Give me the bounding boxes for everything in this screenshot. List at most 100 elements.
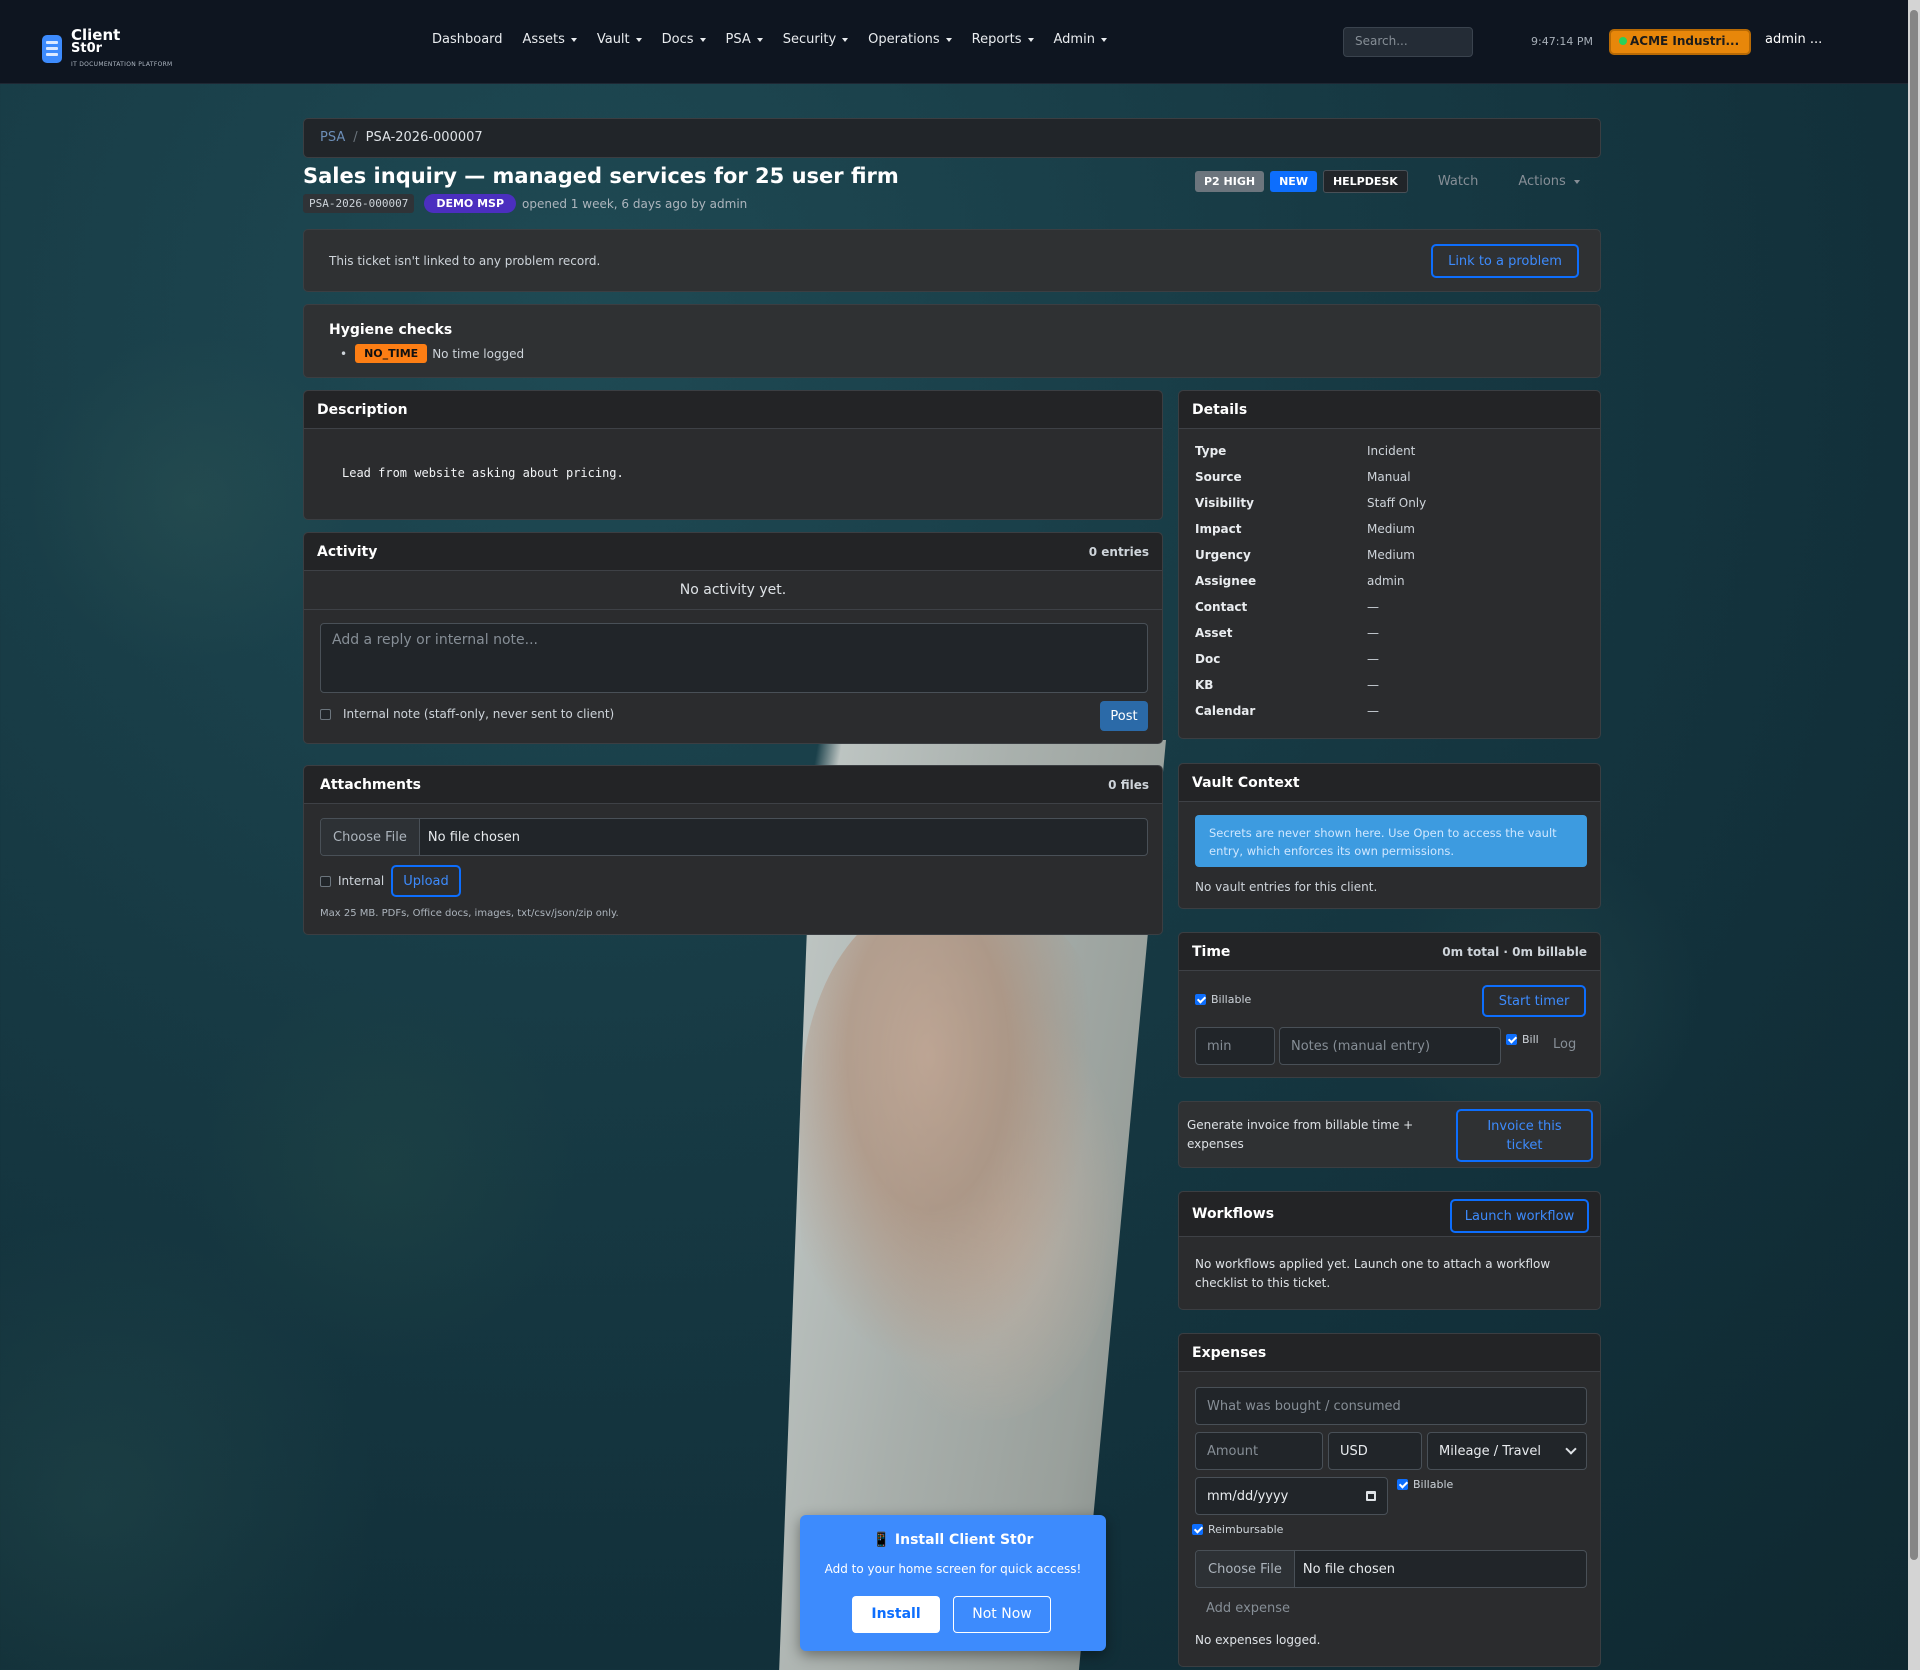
internal-note-label: Internal note (staff-only, never sent to… [343, 707, 615, 721]
expense-receipt-file-input[interactable]: Choose File No file chosen [1195, 1550, 1587, 1588]
hygiene-text: No time logged [432, 346, 525, 361]
nav-item-dashboard[interactable]: Dashboard [432, 32, 503, 47]
install-app-popup: 📱 Install Client St0r Add to your home s… [800, 1515, 1106, 1651]
page-scrollbar[interactable] [1908, 0, 1920, 1670]
client-selector[interactable]: ACME Industri... [1609, 29, 1751, 55]
nav-item-operations[interactable]: Operations [868, 32, 951, 47]
priority-badge: P2 HIGH [1195, 171, 1265, 192]
breadcrumb-current: PSA-2026-000007 [365, 130, 483, 145]
nav-item-psa[interactable]: PSA [726, 32, 763, 47]
choose-file-button[interactable]: Choose File [321, 819, 420, 855]
expense-category-value: Mileage / Travel [1439, 1443, 1541, 1459]
invoice-ticket-button[interactable]: Invoice this ticket [1456, 1109, 1593, 1162]
activity-empty: No activity yet. [304, 571, 1162, 610]
app-logo[interactable]: Client St0r IT DOCUMENTATION PLATFORM [42, 28, 173, 69]
expense-amount-input[interactable]: Amount [1195, 1432, 1323, 1470]
add-expense-button[interactable]: Add expense [1206, 1601, 1290, 1616]
expense-choose-file-button[interactable]: Choose File [1196, 1551, 1295, 1587]
expense-billable-toggle[interactable]: Billable [1397, 1478, 1453, 1491]
details-card: Details Type Incident Source Manual Visibi… [1178, 390, 1601, 739]
reply-textarea[interactable]: Add a reply or internal note... [320, 623, 1148, 693]
expense-category-select[interactable]: Mileage / Travel [1427, 1432, 1587, 1470]
upload-button[interactable]: Upload [391, 865, 461, 897]
expense-billable-checkbox[interactable] [1397, 1479, 1408, 1490]
expense-reimbursable-toggle[interactable]: Reimbursable [1192, 1523, 1283, 1536]
breadcrumb-psa-link[interactable]: PSA [320, 130, 345, 145]
logo-icon [42, 34, 62, 63]
expenses-title: Expenses [1192, 1344, 1267, 1361]
workflows-title: Workflows [1192, 1206, 1275, 1222]
no-file-text: No file chosen [427, 829, 520, 845]
time-bill-checkbox[interactable] [1506, 1034, 1517, 1045]
queue-badge: HELPDESK [1322, 170, 1408, 193]
expense-no-file-text: No file chosen [1302, 1561, 1395, 1577]
opened-text: opened 1 week, 6 days ago by admin [522, 196, 748, 211]
expense-billable-label: Billable [1413, 1478, 1454, 1491]
global-search-input[interactable]: Search... [1343, 27, 1473, 57]
attachments-title: Attachments [320, 776, 422, 793]
expense-date-value: mm/dd/yyyy [1207, 1488, 1289, 1504]
workflows-empty: No workflows applied yet. Launch one to … [1195, 1257, 1551, 1290]
description-title: Description [317, 401, 408, 418]
logo-name-line2: St0r [71, 41, 103, 56]
time-billable-toggle[interactable]: Billable [1195, 993, 1251, 1006]
activity-card: Activity 0 entries No activity yet. Add a… [303, 532, 1163, 744]
attachment-file-input[interactable]: Choose File No file chosen [320, 818, 1148, 856]
ticket-number: PSA-2026-000007 [303, 194, 415, 213]
expense-date-input[interactable]: mm/dd/yyyy [1195, 1477, 1388, 1515]
hygiene-item: • NO_TIME No time logged [340, 344, 524, 363]
problem-link-card: This ticket isn't linked to any problem … [303, 229, 1601, 292]
description-card: Description Lead from website asking abo… [303, 390, 1163, 520]
expense-reimbursable-label: Reimbursable [1208, 1523, 1284, 1536]
invoice-text: Generate invoice from billable time + ex… [1187, 1118, 1414, 1151]
org-badge[interactable]: DEMO MSP [424, 194, 517, 213]
problem-link-text: This ticket isn't linked to any problem … [329, 254, 601, 268]
time-billable-checkbox[interactable] [1195, 994, 1206, 1005]
breadcrumb: PSA / PSA-2026-000007 [303, 118, 1601, 158]
vault-empty: No vault entries for this client. [1195, 880, 1378, 894]
nav-item-docs[interactable]: Docs [662, 32, 706, 47]
start-timer-button[interactable]: Start timer [1482, 985, 1586, 1017]
workflows-card: Workflows Launch workflow No workflows a… [1178, 1191, 1601, 1310]
log-time-button[interactable]: Log [1553, 1037, 1576, 1052]
nav-item-security[interactable]: Security [783, 32, 848, 47]
invoice-card: Generate invoice from billable time + ex… [1178, 1101, 1601, 1168]
launch-workflow-button[interactable]: Launch workflow [1450, 1199, 1589, 1233]
expense-currency-input[interactable]: USD [1328, 1432, 1422, 1470]
link-problem-button[interactable]: Link to a problem [1431, 244, 1579, 278]
phone-icon: 📱 [872, 1532, 891, 1548]
calendar-icon [1366, 1491, 1376, 1501]
vault-title: Vault Context [1192, 774, 1300, 791]
watch-button[interactable]: Watch [1438, 174, 1478, 189]
nav-item-admin[interactable]: Admin [1054, 32, 1107, 47]
time-card: Time 0m total · 0m billable Billable Star… [1178, 932, 1601, 1078]
status-dot-icon [1619, 37, 1627, 45]
expense-reimbursable-checkbox[interactable] [1192, 1524, 1203, 1535]
install-button[interactable]: Install [852, 1596, 940, 1633]
time-title: Time [1192, 943, 1231, 960]
vault-context-card: Vault Context Secrets are never shown he… [1178, 763, 1601, 909]
not-now-button[interactable]: Not Now [953, 1596, 1051, 1633]
post-button[interactable]: Post [1100, 701, 1148, 731]
time-bill-toggle[interactable]: Bill [1506, 1033, 1539, 1046]
vault-notice: Secrets are never shown here. Use Open t… [1195, 815, 1587, 867]
ticket-meta: PSA-2026-000007 DEMO MSP opened 1 week, … [303, 194, 747, 213]
time-notes-input[interactable]: Notes (manual entry) [1279, 1027, 1501, 1065]
nav-item-assets[interactable]: Assets [523, 32, 577, 47]
user-menu[interactable]: admin ... [1765, 32, 1822, 47]
internal-note-checkbox[interactable] [320, 708, 331, 720]
nav-item-vault[interactable]: Vault [597, 32, 642, 47]
scrollbar-thumb[interactable] [1910, 10, 1918, 1560]
expense-description-input[interactable]: What was bought / consumed [1195, 1387, 1587, 1425]
internal-note-toggle[interactable]: Internal note (staff-only, never sent to… [320, 707, 614, 721]
attachment-internal-toggle[interactable]: Internal [320, 874, 384, 888]
actions-dropdown[interactable]: Actions [1518, 174, 1580, 189]
background-figure-image [800, 900, 1120, 1420]
attachment-internal-checkbox[interactable] [320, 875, 331, 887]
description-body: Lead from website asking about pricing. [342, 466, 624, 480]
time-billable-label: Billable [1211, 993, 1252, 1006]
ticket-badges: P2 HIGH NEW HELPDESK Watch Actions [1195, 170, 1580, 193]
attachment-hint: Max 25 MB. PDFs, Office docs, images, tx… [320, 908, 619, 919]
nav-item-reports[interactable]: Reports [972, 32, 1034, 47]
time-minutes-input[interactable]: min [1195, 1027, 1275, 1065]
